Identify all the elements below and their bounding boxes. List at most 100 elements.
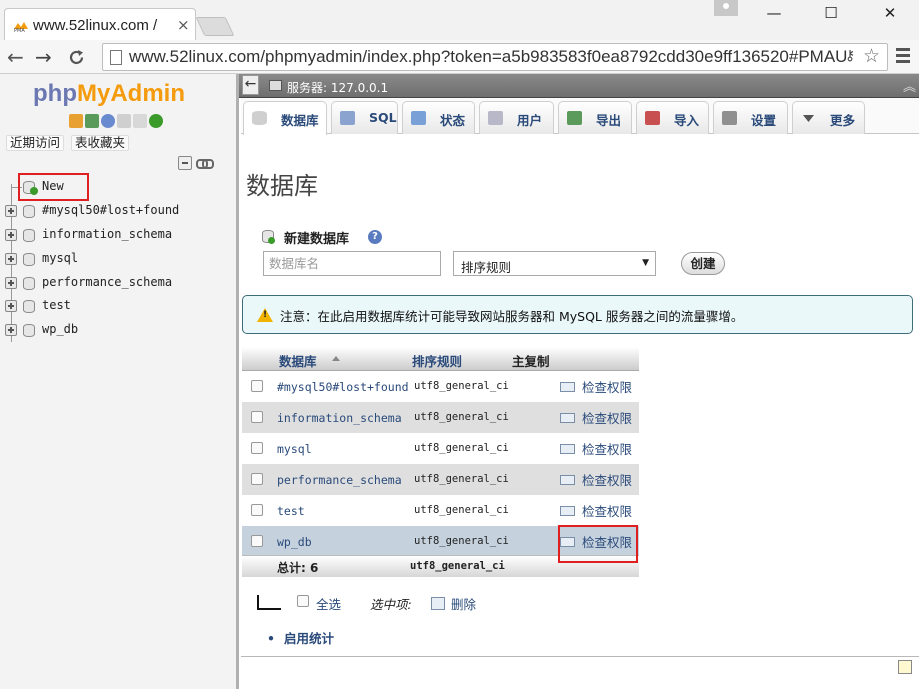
server-label[interactable]: 服务器: 127.0.0.1 bbox=[287, 79, 388, 96]
row-checkbox[interactable] bbox=[251, 380, 263, 392]
select-all-label[interactable]: 全选 bbox=[316, 594, 341, 613]
enable-statistics-link[interactable]: 启用统计 bbox=[267, 628, 334, 647]
server-icon bbox=[269, 80, 282, 91]
pane-splitter[interactable] bbox=[236, 74, 239, 689]
refresh-icon[interactable] bbox=[149, 114, 163, 128]
privileges-icon[interactable] bbox=[560, 444, 575, 454]
check-privileges-link[interactable]: 检查权限 bbox=[582, 408, 632, 427]
tab-label: 用户 bbox=[517, 113, 543, 128]
phpmyadmin-logo[interactable]: phpMyAdmin bbox=[33, 80, 185, 108]
database-link[interactable]: mysql bbox=[277, 442, 312, 456]
close-window-button[interactable]: ✕ bbox=[867, 2, 913, 26]
address-bar[interactable]: www.52linux.com/phpmyadmin/index.php?tok… bbox=[102, 43, 888, 71]
tree-label[interactable]: wp_db bbox=[42, 322, 78, 336]
tab-status[interactable]: 状态 bbox=[402, 101, 475, 134]
home-icon[interactable] bbox=[69, 114, 83, 128]
tree-item-test[interactable]: test bbox=[0, 296, 236, 316]
tab-users[interactable]: 用户 bbox=[479, 101, 554, 134]
help-icon[interactable] bbox=[101, 114, 115, 128]
bookmark-star-icon[interactable]: ☆ bbox=[863, 45, 880, 67]
profile-icon[interactable] bbox=[714, 0, 738, 16]
database-link[interactable]: wp_db bbox=[277, 535, 312, 549]
database-link[interactable]: performance_schema bbox=[277, 473, 402, 487]
privileges-icon[interactable] bbox=[560, 413, 575, 423]
expand-icon[interactable] bbox=[5, 253, 17, 265]
tree-label[interactable]: #mysql50#lost+found bbox=[42, 203, 179, 217]
check-privileges-link[interactable]: 检查权限 bbox=[582, 377, 632, 396]
privileges-icon[interactable] bbox=[560, 382, 575, 392]
logo-admin: Admin bbox=[110, 80, 185, 107]
collapse-top-icon[interactable]: ︽ bbox=[903, 76, 916, 95]
tab-databases[interactable]: 数据库 bbox=[243, 101, 327, 135]
minimize-button[interactable]: — bbox=[751, 2, 797, 26]
tab-label: 更多 bbox=[830, 113, 856, 128]
tree-label[interactable]: test bbox=[42, 298, 71, 312]
logo-php: php bbox=[33, 80, 77, 107]
warning-icon bbox=[257, 308, 273, 322]
row-checkbox[interactable] bbox=[251, 442, 263, 454]
expand-icon[interactable] bbox=[5, 277, 17, 289]
back-icon[interactable]: ← bbox=[7, 45, 24, 69]
create-button[interactable]: 创建 bbox=[681, 252, 725, 275]
tab-export[interactable]: 导出 bbox=[558, 101, 632, 134]
expand-icon[interactable] bbox=[5, 229, 17, 241]
url-text[interactable]: www.52linux.com/phpmyadmin/index.php?tok… bbox=[129, 47, 859, 67]
database-link[interactable]: information_schema bbox=[277, 411, 402, 425]
help-icon[interactable]: ? bbox=[368, 230, 382, 244]
database-name-input[interactable] bbox=[263, 251, 441, 276]
row-checkbox[interactable] bbox=[251, 411, 263, 423]
check-privileges-link[interactable]: 检查权限 bbox=[582, 470, 632, 489]
tab-close-icon[interactable]: × bbox=[177, 16, 190, 34]
link-with-main-icon[interactable] bbox=[196, 159, 214, 169]
collation-select[interactable]: 排序规则 ▼ bbox=[453, 251, 656, 276]
collapse-nav-icon[interactable]: ← bbox=[242, 75, 259, 95]
row-checkbox[interactable] bbox=[251, 535, 263, 547]
expand-icon[interactable] bbox=[5, 300, 17, 312]
tree-item-information-schema[interactable]: information_schema bbox=[0, 225, 236, 245]
forward-icon[interactable]: → bbox=[35, 45, 52, 69]
database-link[interactable]: #mysql50#lost+found bbox=[277, 380, 409, 394]
privileges-icon[interactable] bbox=[560, 506, 575, 516]
page-title: 数据库 bbox=[246, 172, 318, 200]
favorites-tab[interactable]: 表收藏夹 bbox=[71, 135, 130, 151]
tree-label[interactable]: performance_schema bbox=[42, 275, 172, 289]
settings-icon[interactable] bbox=[133, 114, 147, 128]
tab-sql[interactable]: SQL bbox=[331, 101, 398, 134]
check-privileges-link[interactable]: 检查权限 bbox=[582, 439, 632, 458]
collapse-all-icon[interactable] bbox=[178, 156, 192, 170]
maximize-button[interactable]: ☐ bbox=[808, 2, 854, 26]
tree-item-wp-db[interactable]: wp_db bbox=[0, 320, 236, 340]
create-database-heading: 新建数据库 bbox=[284, 232, 350, 247]
key-icon[interactable]: ⚷ bbox=[845, 48, 855, 64]
browser-menu-icon[interactable] bbox=[896, 48, 910, 64]
recent-tab[interactable]: 近期访问 bbox=[6, 135, 65, 151]
tree-label[interactable]: mysql bbox=[42, 251, 78, 265]
expand-icon[interactable] bbox=[5, 324, 17, 336]
tree-label[interactable]: information_schema bbox=[42, 227, 172, 241]
database-link[interactable]: test bbox=[277, 504, 305, 518]
browser-tab[interactable]: PMA www.52linux.com / × bbox=[4, 8, 196, 40]
tree-item-performance-schema[interactable]: performance_schema bbox=[0, 273, 236, 293]
tree-item-lost-found[interactable]: #mysql50#lost+found bbox=[0, 201, 236, 221]
tree-item-mysql[interactable]: mysql bbox=[0, 249, 236, 269]
docs-icon[interactable] bbox=[117, 114, 131, 128]
tab-settings[interactable]: 设置 bbox=[713, 101, 788, 134]
tab-more[interactable]: 更多 bbox=[792, 101, 865, 134]
collation-cell: utf8_general_ci bbox=[414, 380, 509, 392]
tab-import[interactable]: 导入 bbox=[636, 101, 709, 134]
expand-icon[interactable] bbox=[5, 205, 17, 217]
database-icon bbox=[23, 229, 35, 242]
row-checkbox[interactable] bbox=[251, 504, 263, 516]
header-database[interactable]: 数据库 bbox=[279, 351, 317, 370]
new-tab-button[interactable] bbox=[195, 17, 235, 36]
check-privileges-link[interactable]: 检查权限 bbox=[582, 501, 632, 520]
header-collation[interactable]: 排序规则 bbox=[412, 351, 462, 370]
delete-icon[interactable] bbox=[431, 597, 445, 610]
select-all-checkbox[interactable] bbox=[297, 595, 309, 607]
console-icon[interactable] bbox=[898, 660, 912, 674]
reload-icon[interactable] bbox=[68, 49, 85, 66]
row-checkbox[interactable] bbox=[251, 473, 263, 485]
delete-button[interactable]: 删除 bbox=[451, 594, 476, 613]
exit-icon[interactable] bbox=[85, 114, 99, 128]
privileges-icon[interactable] bbox=[560, 475, 575, 485]
